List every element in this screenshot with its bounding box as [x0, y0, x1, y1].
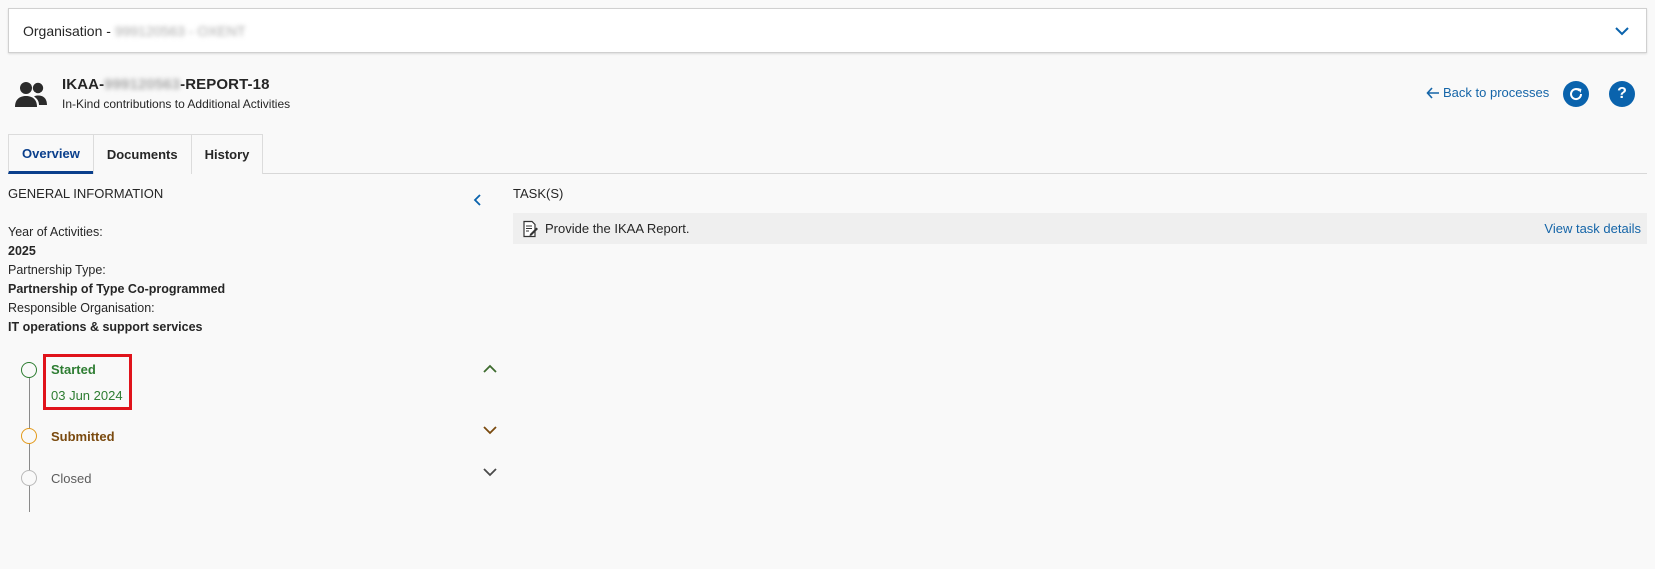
process-subtitle: In-Kind contributions to Additional Acti…	[62, 97, 291, 111]
organisation-selector[interactable]: Organisation - 999120563 - OXENT	[8, 8, 1647, 53]
refresh-button[interactable]	[1563, 81, 1589, 107]
view-task-details-link[interactable]: View task details	[1544, 221, 1641, 236]
chevron-down-icon[interactable]	[482, 422, 498, 438]
timeline-dot-started	[21, 362, 37, 378]
responsible-organisation-label: Responsible Organisation:	[8, 301, 155, 315]
back-to-processes-link[interactable]: Back to processes	[1426, 85, 1549, 100]
process-title: IKAA-999120563-REPORT-18	[62, 76, 270, 93]
back-to-processes-label: Back to processes	[1443, 85, 1550, 100]
year-of-activities-label: Year of Activities:	[8, 225, 103, 239]
timeline-dot-closed	[21, 470, 37, 486]
task-row: Provide the IKAA Report. View task detai…	[513, 213, 1647, 244]
chevron-up-icon[interactable]	[482, 361, 498, 377]
general-information-title: GENERAL INFORMATION	[8, 186, 164, 201]
help-icon: ?	[1617, 85, 1627, 102]
year-of-activities-value: 2025	[8, 244, 36, 258]
people-icon	[15, 82, 47, 107]
highlight-box	[43, 354, 132, 410]
timeline-step-closed: Closed	[51, 471, 92, 486]
chevron-left-icon[interactable]	[471, 193, 485, 207]
task-description: Provide the IKAA Report.	[545, 221, 690, 236]
chevron-down-icon[interactable]	[482, 464, 498, 480]
process-masked-id: 999120563	[104, 76, 181, 93]
chevron-down-icon[interactable]	[1612, 21, 1632, 41]
tab-overview[interactable]: Overview	[8, 134, 94, 174]
responsible-organisation-value: IT operations & support services	[8, 320, 203, 334]
tasks-title: TASK(S)	[513, 186, 564, 201]
process-header: IKAA-999120563-REPORT-18 In-Kind contrib…	[14, 76, 290, 116]
edit-document-icon	[523, 220, 538, 237]
timeline-dot-submitted	[21, 428, 37, 444]
help-button[interactable]: ?	[1609, 81, 1635, 107]
arrow-left-icon	[1426, 86, 1439, 99]
refresh-icon	[1570, 88, 1583, 101]
organisation-masked-id: 999120563 - OXENT	[114, 22, 246, 39]
tab-history[interactable]: History	[190, 134, 264, 174]
partnership-type-value: Partnership of Type Co-programmed	[8, 282, 226, 296]
process-tabs: Overview Documents History	[8, 134, 1647, 174]
partnership-type-label: Partnership Type:	[8, 263, 106, 277]
tab-documents[interactable]: Documents	[92, 134, 192, 174]
timeline-step-submitted: Submitted	[51, 429, 115, 444]
organisation-label: Organisation - 999120563 - OXENT	[23, 22, 246, 39]
